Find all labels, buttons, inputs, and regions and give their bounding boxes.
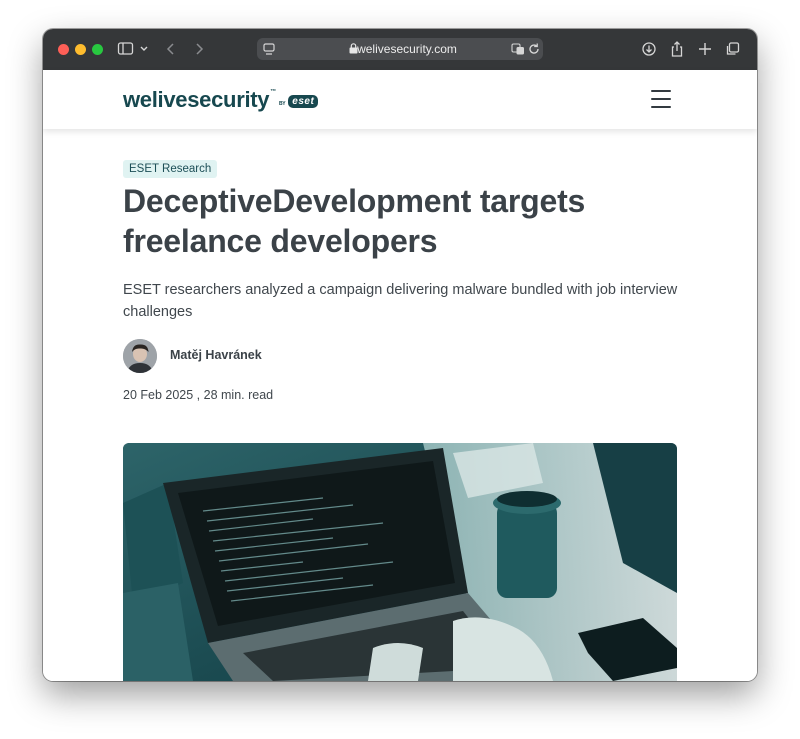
- author-avatar[interactable]: [123, 339, 157, 373]
- download-icon[interactable]: [641, 39, 657, 59]
- url-text: welivesecurity.com: [357, 42, 457, 56]
- new-tab-icon[interactable]: [697, 39, 713, 59]
- logo-eset: eset: [288, 95, 319, 108]
- browser-toolbar: welivesecurity.com: [43, 29, 757, 71]
- publish-date: 20 Feb 2025: [123, 388, 194, 402]
- minimize-window-button[interactable]: [75, 44, 86, 55]
- back-icon[interactable]: [165, 39, 177, 59]
- close-window-button[interactable]: [58, 44, 69, 55]
- translate-icon[interactable]: [511, 42, 525, 56]
- browser-window: welivesecurity.com welivesecurity™BY ese…: [43, 29, 757, 681]
- logo-trademark: ™: [270, 89, 276, 95]
- site-logo[interactable]: welivesecurity™BY eset: [123, 87, 319, 113]
- author-name[interactable]: Matěj Havránek: [170, 348, 262, 362]
- article-title: DeceptiveDevelopment targets freelance d…: [123, 183, 586, 259]
- meta-separator: ,: [193, 388, 204, 402]
- article-subtitle: ESET researchers analyzed a campaign del…: [123, 282, 678, 320]
- zoom-window-button[interactable]: [92, 44, 103, 55]
- forward-icon[interactable]: [193, 39, 205, 59]
- logo-wordmark: welivesecurity: [123, 87, 270, 112]
- menu-icon[interactable]: [651, 90, 671, 109]
- logo-by: BY: [278, 101, 286, 107]
- address-bar[interactable]: welivesecurity.com: [257, 38, 543, 60]
- sidebar-icon[interactable]: [117, 39, 135, 59]
- category-tag[interactable]: ESET Research: [123, 160, 218, 178]
- chevron-down-icon[interactable]: [139, 39, 149, 59]
- site-header: welivesecurity™BY eset: [43, 70, 757, 129]
- article-meta: 20 Feb 2025 , 28 min. read: [123, 388, 273, 402]
- share-icon[interactable]: [669, 39, 685, 59]
- tab-overview-icon[interactable]: [725, 39, 741, 59]
- hero-image: [123, 443, 677, 681]
- read-time: 28 min. read: [203, 388, 274, 402]
- reload-icon[interactable]: [528, 42, 540, 56]
- article-content: ESET Research DeceptiveDevelopment targe…: [43, 129, 757, 681]
